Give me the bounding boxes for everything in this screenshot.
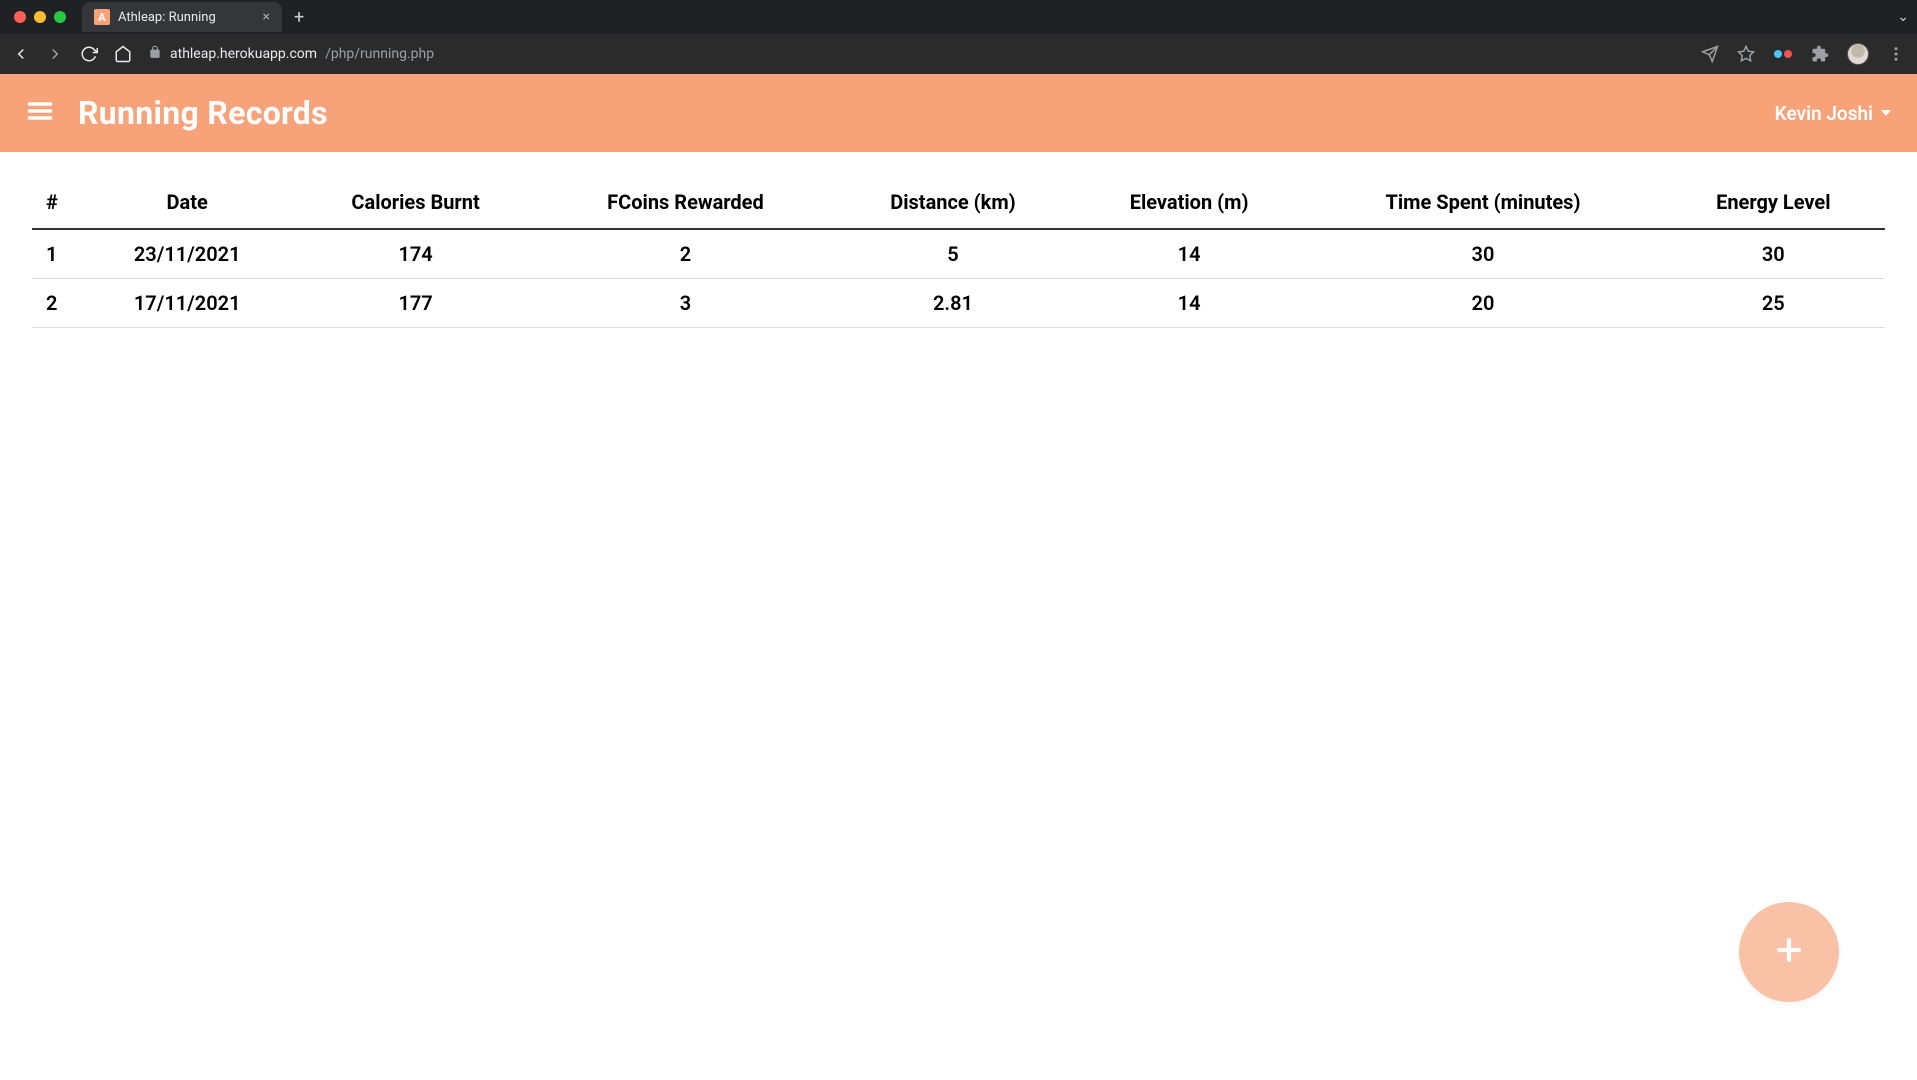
- minimize-window-icon[interactable]: [34, 11, 46, 23]
- browser-chrome: A Athleap: Running × + ⌄ athleap.: [0, 0, 1917, 74]
- cell-energy: 30: [1662, 229, 1885, 279]
- hamburger-menu-icon[interactable]: [26, 97, 54, 129]
- url-host: athleap.herokuapp.com: [170, 46, 317, 62]
- page-title: Running Records: [78, 94, 328, 132]
- cell-elevation: 14: [1074, 279, 1305, 328]
- cell-date: 23/11/2021: [82, 229, 292, 279]
- url-input[interactable]: athleap.herokuapp.com/php/running.php: [148, 45, 1685, 63]
- extension-glasses-icon[interactable]: [1773, 48, 1793, 60]
- kebab-menu-icon[interactable]: [1887, 45, 1905, 63]
- browser-tab[interactable]: A Athleap: Running ×: [82, 2, 282, 32]
- cell-distance: 2.81: [832, 279, 1074, 328]
- send-icon[interactable]: [1701, 45, 1719, 63]
- close-tab-icon[interactable]: ×: [263, 9, 270, 25]
- cell-index: 1: [32, 229, 82, 279]
- toolbar-right: [1701, 43, 1905, 65]
- close-window-icon[interactable]: [14, 11, 26, 23]
- table-body: 1 23/11/2021 174 2 5 14 30 30 2 17/11/20…: [32, 229, 1885, 328]
- nav-controls: [12, 45, 132, 63]
- home-button[interactable]: [114, 45, 132, 63]
- user-name: Kevin Joshi: [1775, 102, 1873, 125]
- cell-distance: 5: [832, 229, 1074, 279]
- records-table: # Date Calories Burnt FCoins Rewarded Di…: [32, 176, 1885, 328]
- reload-button[interactable]: [80, 45, 98, 63]
- bookmark-star-icon[interactable]: [1737, 45, 1755, 63]
- maximize-window-icon[interactable]: [54, 11, 66, 23]
- content-area: # Date Calories Burnt FCoins Rewarded Di…: [0, 152, 1917, 352]
- cell-index: 2: [32, 279, 82, 328]
- cell-date: 17/11/2021: [82, 279, 292, 328]
- plus-icon: [1772, 933, 1806, 971]
- address-bar: athleap.herokuapp.com/php/running.php: [0, 34, 1917, 74]
- cell-time: 30: [1304, 229, 1661, 279]
- cell-fcoins: 3: [539, 279, 832, 328]
- expand-tabs-icon[interactable]: ⌄: [1897, 9, 1909, 25]
- table-row: 1 23/11/2021 174 2 5 14 30 30: [32, 229, 1885, 279]
- table-row: 2 17/11/2021 177 3 2.81 14 20 25: [32, 279, 1885, 328]
- cell-time: 20: [1304, 279, 1661, 328]
- col-time: Time Spent (minutes): [1304, 176, 1661, 229]
- tab-title: Athleap: Running: [118, 10, 255, 25]
- add-record-fab[interactable]: [1739, 902, 1839, 1002]
- cell-elevation: 14: [1074, 229, 1305, 279]
- favicon-icon: A: [94, 9, 110, 25]
- cell-energy: 25: [1662, 279, 1885, 328]
- chevron-down-icon: [1881, 110, 1891, 116]
- col-index: #: [32, 176, 82, 229]
- extensions-icon[interactable]: [1811, 45, 1829, 63]
- new-tab-button[interactable]: +: [294, 7, 304, 28]
- cell-calories: 177: [292, 279, 538, 328]
- col-date: Date: [82, 176, 292, 229]
- col-elevation: Elevation (m): [1074, 176, 1305, 229]
- col-distance: Distance (km): [832, 176, 1074, 229]
- app-header: Running Records Kevin Joshi: [0, 74, 1917, 152]
- window-controls[interactable]: [14, 11, 66, 23]
- cell-calories: 174: [292, 229, 538, 279]
- profile-avatar[interactable]: [1847, 43, 1869, 65]
- user-menu[interactable]: Kevin Joshi: [1775, 102, 1891, 125]
- forward-button[interactable]: [46, 45, 64, 63]
- lock-icon: [148, 45, 162, 63]
- tab-bar: A Athleap: Running × + ⌄: [0, 0, 1917, 34]
- col-energy: Energy Level: [1662, 176, 1885, 229]
- cell-fcoins: 2: [539, 229, 832, 279]
- back-button[interactable]: [12, 45, 30, 63]
- col-calories: Calories Burnt: [292, 176, 538, 229]
- col-fcoins: FCoins Rewarded: [539, 176, 832, 229]
- table-header: # Date Calories Burnt FCoins Rewarded Di…: [32, 176, 1885, 229]
- url-path: /php/running.php: [325, 46, 434, 62]
